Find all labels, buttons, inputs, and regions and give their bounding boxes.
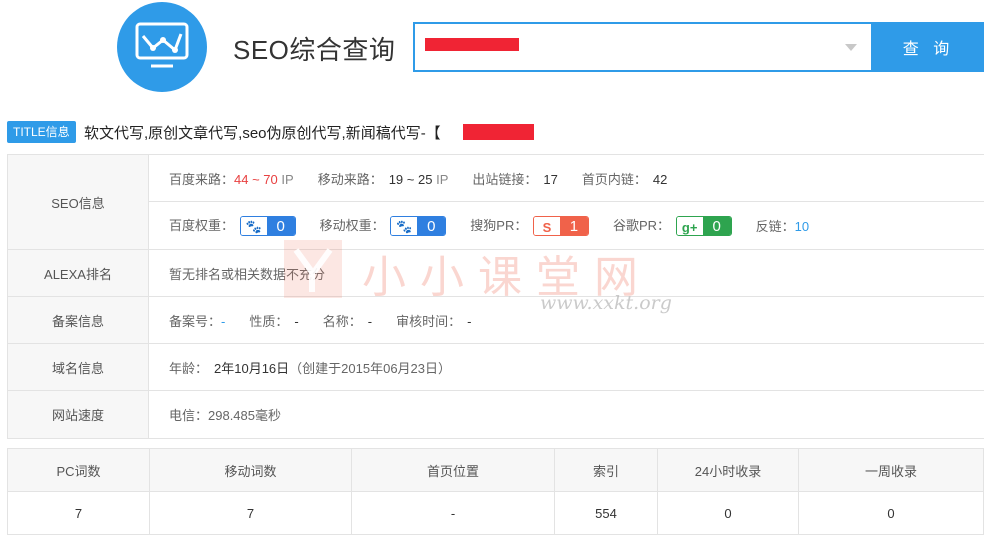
- logo: [117, 2, 207, 92]
- search-button[interactable]: 查 询: [873, 22, 984, 72]
- baidu-mobile-icon: 🐾: [391, 217, 418, 236]
- domain-age-label: 年龄：: [169, 361, 209, 376]
- stats-cell: 7: [7, 491, 150, 535]
- sogou-pr-badge[interactable]: S 1: [532, 216, 589, 237]
- baidu-paw-icon: 🐾: [240, 217, 267, 236]
- backlinks: 反链：10: [755, 219, 810, 234]
- redaction-mark: [425, 38, 519, 51]
- stats-header: 索引: [554, 448, 658, 492]
- stats-header: 移动词数: [149, 448, 352, 492]
- stats-header: 一周收录: [798, 448, 984, 492]
- seo-info-row: SEO信息 百度来路：44 ~ 70 IP 移动来路： 19 ~ 25 IP 出站…: [8, 155, 984, 250]
- info-table: SEO信息 百度来路：44 ~ 70 IP 移动来路： 19 ~ 25 IP 出站…: [7, 154, 984, 439]
- stats-header: PC词数: [7, 448, 150, 492]
- sogou-icon: S: [533, 217, 560, 236]
- icp-nature: 性质： -: [249, 314, 299, 329]
- title-tag: TITLE信息: [7, 121, 76, 143]
- stats-cell: 554: [554, 491, 658, 535]
- icp-name: 名称： -: [322, 314, 373, 329]
- stats-table: PC词数 移动词数 首页位置 索引 24小时收录 一周收录 7 7 - 554 …: [7, 448, 984, 535]
- stats-cell: 7: [149, 491, 352, 535]
- row-label: 域名信息: [8, 344, 149, 390]
- domain-created: （创建于2015年06月23日）: [289, 361, 452, 376]
- icp-row: 备案信息 备案号：- 性质： - 名称： - 审核时间： -: [8, 297, 984, 344]
- app-title: SEO综合查询: [233, 35, 396, 65]
- page-title-text: 软文代写,原创文章代写,seo伪原创代写,新闻稿代写-【: [84, 125, 441, 142]
- mobile-weight: 移动权重： 🐾 0: [320, 215, 447, 237]
- alexa-text: 暂无排名或相关数据不充分: [169, 267, 326, 282]
- speed-row: 网站速度 电信：298.485毫秒: [8, 391, 984, 438]
- google-pr: 谷歌PR： g+ 0: [613, 215, 732, 237]
- stats-header: 首页位置: [351, 448, 555, 492]
- chart-monitor-icon: [135, 22, 189, 68]
- baidu-weight-badge[interactable]: 🐾 0: [239, 216, 296, 237]
- table-row: 7 7 - 554 0 0: [7, 491, 984, 535]
- mobile-weight-badge[interactable]: 🐾 0: [390, 216, 447, 237]
- google-pr-badge[interactable]: g+ 0: [675, 216, 732, 237]
- row-label: 备案信息: [8, 297, 149, 343]
- stats-cell: -: [351, 491, 555, 535]
- icp-audit-time: 审核时间： -: [396, 314, 472, 329]
- outbound-links: 出站链接： 17: [472, 171, 558, 187]
- sogou-pr: 搜狗PR： S 1: [470, 215, 589, 237]
- stats-cell: 0: [798, 491, 984, 535]
- stats-header: 24小时收录: [657, 448, 799, 492]
- weight-line: 百度权重： 🐾 0 移动权重： 🐾 0 搜狗PR： S 1 谷歌PR： g+ 0…: [149, 202, 984, 249]
- domain-row: 域名信息 年龄： 2年10月16日 （创建于2015年06月23日）: [8, 344, 984, 391]
- google-plus-icon: g+: [676, 217, 703, 236]
- chevron-down-icon[interactable]: [845, 44, 857, 51]
- stats-header-row: PC词数 移动词数 首页位置 索引 24小时收录 一周收录: [7, 448, 984, 492]
- row-label: SEO信息: [8, 155, 149, 249]
- row-label: 网站速度: [8, 391, 149, 438]
- homepage-links: 首页内链： 42: [581, 171, 668, 187]
- baidu-weight: 百度权重： 🐾 0: [169, 215, 296, 237]
- stats-cell: 0: [657, 491, 799, 535]
- speed-text: 电信：298.485毫秒: [169, 408, 281, 423]
- traffic-line: 百度来路：44 ~ 70 IP 移动来路： 19 ~ 25 IP 出站链接： 17 …: [149, 155, 984, 202]
- alexa-row: ALEXA排名 暂无排名或相关数据不充分: [8, 250, 984, 297]
- domain-age-value: 2年10月16日: [214, 361, 290, 376]
- icp-number: 备案号：-: [169, 314, 226, 329]
- baidu-traffic: 百度来路：44 ~ 70 IP: [169, 171, 294, 187]
- redaction-mark: [463, 124, 534, 140]
- row-label: ALEXA排名: [8, 250, 149, 296]
- mobile-traffic: 移动来路： 19 ~ 25 IP: [317, 171, 449, 187]
- search-input[interactable]: 01wsi.com: [413, 22, 873, 72]
